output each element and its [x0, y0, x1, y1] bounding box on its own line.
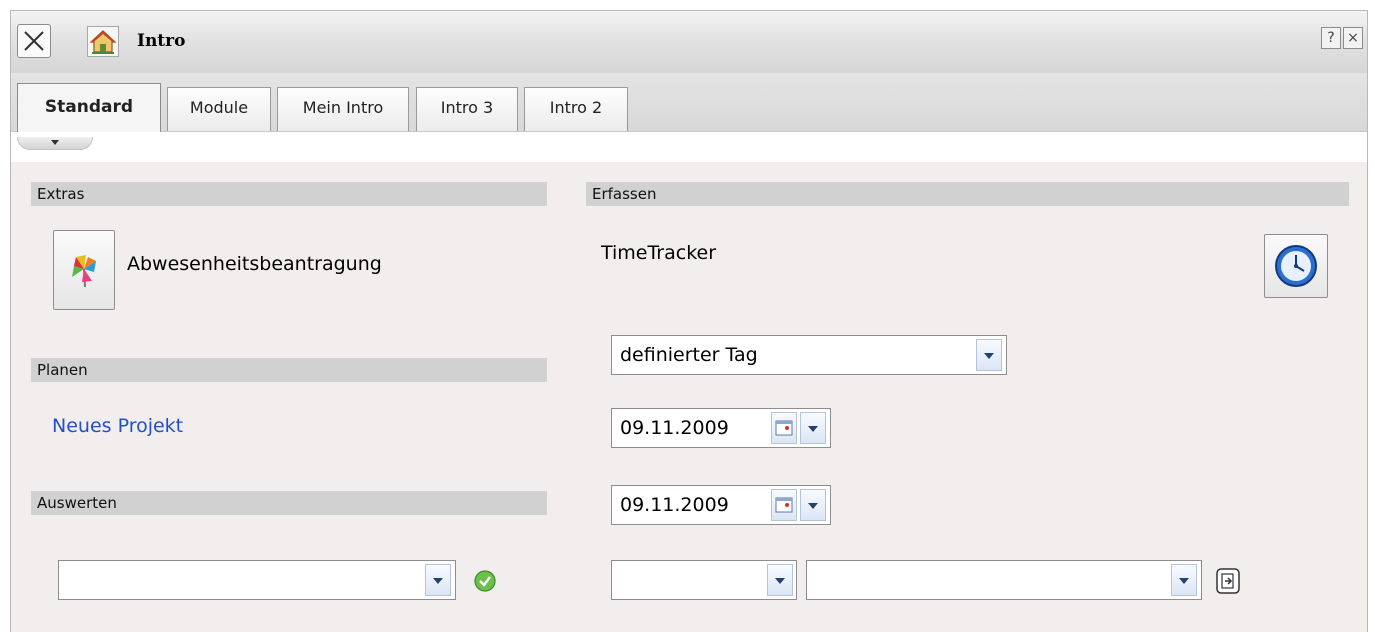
category-select[interactable]	[611, 560, 797, 600]
title-bar: Intro ? ×	[11, 11, 1367, 74]
date-from-calendar-button[interactable]	[771, 412, 797, 444]
check-circle-icon[interactable]	[473, 569, 497, 593]
activity-select[interactable]	[806, 560, 1202, 600]
date-to-field[interactable]: 09.11.2009	[611, 485, 831, 525]
tab-module[interactable]: Module	[167, 87, 271, 131]
tab-intro-2[interactable]: Intro 2	[524, 87, 628, 131]
date-to-dropdown-button[interactable]	[800, 489, 826, 521]
evaluation-select[interactable]	[58, 560, 456, 600]
pinwheel-icon	[72, 255, 96, 288]
help-button[interactable]: ?	[1321, 27, 1341, 49]
timetracker-button[interactable]	[1264, 234, 1328, 298]
date-to-value: 09.11.2009	[620, 494, 729, 516]
home-icon	[89, 30, 117, 54]
date-to-calendar-button[interactable]	[771, 489, 797, 521]
tab-bar: Standard Module Mein Intro Intro 3 Intro…	[11, 73, 1367, 132]
section-header-erfassen: Erfassen	[586, 182, 1349, 206]
date-from-field[interactable]: 09.11.2009	[611, 408, 831, 448]
app-window: Intro ? × Standard Module Mein Intro Int…	[10, 10, 1368, 632]
category-dropdown-button[interactable]	[767, 564, 793, 596]
evaluation-dropdown-button[interactable]	[425, 564, 451, 596]
day-mode-dropdown-button[interactable]	[976, 339, 1002, 371]
day-mode-select[interactable]: definierter Tag	[611, 335, 1007, 375]
window-title: Intro	[137, 31, 186, 51]
clock-icon	[1275, 245, 1317, 287]
content-area: Extras Abwesenheitsbeantragung Planen Ne…	[11, 162, 1367, 632]
collapse-strip	[11, 132, 1367, 162]
collapse-toggle-button[interactable]	[17, 137, 93, 150]
activity-dropdown-button[interactable]	[1171, 564, 1197, 596]
section-header-extras: Extras	[31, 182, 547, 206]
calendar-icon	[775, 497, 793, 513]
timetracker-label: TimeTracker	[601, 242, 717, 264]
close-panel-button[interactable]: ×	[1343, 27, 1363, 49]
home-button[interactable]	[87, 26, 119, 57]
date-from-dropdown-button[interactable]	[800, 412, 826, 444]
section-header-planen: Planen	[31, 358, 547, 382]
close-x-icon	[24, 31, 44, 51]
calendar-icon	[775, 420, 793, 436]
absence-request-label[interactable]: Abwesenheitsbeantragung	[127, 253, 382, 275]
tab-intro-3[interactable]: Intro 3	[416, 87, 518, 131]
absence-request-button[interactable]	[53, 230, 115, 310]
export-icon[interactable]	[1215, 567, 1241, 595]
day-mode-select-value: definierter Tag	[620, 344, 758, 366]
section-header-auswerten: Auswerten	[31, 491, 547, 515]
close-window-button[interactable]	[17, 24, 51, 58]
tab-standard[interactable]: Standard	[17, 83, 161, 132]
new-project-link[interactable]: Neues Projekt	[52, 415, 183, 437]
date-from-value: 09.11.2009	[620, 417, 729, 439]
tab-mein-intro[interactable]: Mein Intro	[277, 87, 409, 131]
